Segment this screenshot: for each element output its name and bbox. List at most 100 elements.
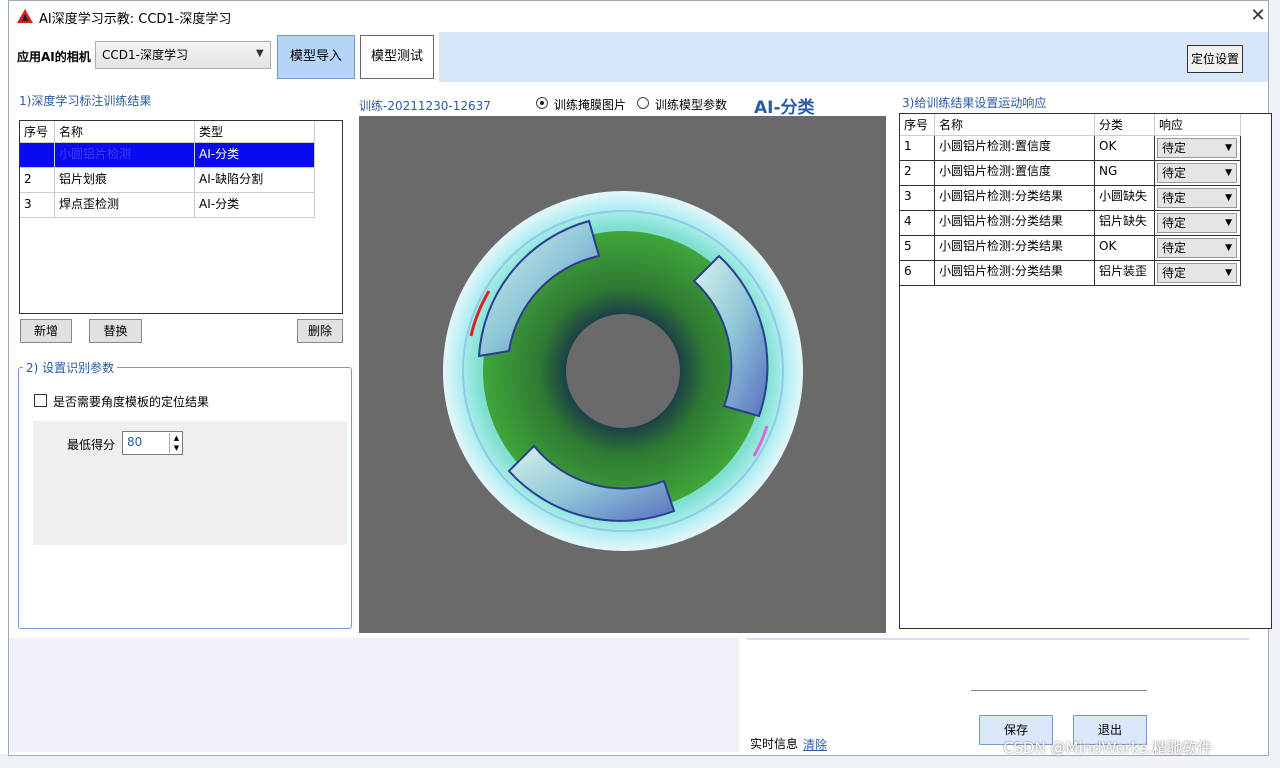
cell-type: AI-缺陷分割 (195, 168, 315, 193)
image-viewer[interactable] (359, 116, 886, 633)
close-icon[interactable]: ✕ (1247, 5, 1269, 27)
cell-response: 待定 ▼ (1155, 261, 1241, 286)
response-value: 待定 (1162, 266, 1187, 280)
cell-type: AI-分类 (195, 193, 315, 218)
cell-class: OK (1095, 136, 1155, 161)
radio-selected-dot (540, 101, 544, 105)
response-dropdown[interactable]: 待定 ▼ (1157, 213, 1237, 233)
response-dropdown[interactable]: 待定 ▼ (1157, 263, 1237, 283)
column-header-type: 类型 (195, 121, 315, 143)
training-id: 训练-20211230-12637 (359, 99, 491, 113)
camera-select[interactable]: CCD1-深度学习 ▼ (95, 41, 271, 69)
chevron-down-icon: ▼ (1225, 193, 1232, 203)
cell-no: 1 (900, 136, 935, 161)
response-value: 待定 (1162, 141, 1187, 155)
chevron-down-icon: ▼ (1225, 218, 1232, 228)
table-row[interactable]: 5 小圆铝片检测:分类结果 OK 待定 ▼ (900, 236, 1271, 261)
log-area (9, 638, 739, 752)
cell-response: 待定 ▼ (1155, 236, 1241, 261)
part-image (443, 191, 803, 551)
angle-template-label: 是否需要角度模板的定位结果 (53, 395, 210, 409)
column-header-response: 响应 (1155, 114, 1241, 136)
cell-no: 3 (900, 186, 935, 211)
tab-model-test[interactable]: 模型测试 (360, 35, 434, 79)
divider (747, 638, 1249, 640)
chevron-down-icon: ▼ (256, 48, 264, 59)
cell-response: 待定 ▼ (1155, 211, 1241, 236)
cell-name: 小圆铝片检测:分类结果 (935, 211, 1095, 236)
min-score-value: 80 (127, 435, 143, 449)
table-row[interactable]: 6 小圆铝片检测:分类结果 铝片装歪 待定 ▼ (900, 261, 1271, 286)
cell-class: 小圆缺失 (1095, 186, 1155, 211)
column-header-class: 分类 (1095, 114, 1155, 136)
chevron-down-icon: ▼ (1225, 143, 1232, 153)
locate-settings-button[interactable]: 定位设置 (1187, 45, 1243, 73)
watermark-text: CSDN @MindWorks.精驰软件 (1003, 739, 1213, 757)
realtime-info-label: 实时信息 (750, 737, 799, 751)
radio-train-params[interactable] (637, 97, 649, 109)
table-row[interactable]: 1 小圆铝片检测 AI-分类 (20, 143, 342, 168)
radio-train-mask-label[interactable]: 训练掩膜图片 (554, 96, 626, 113)
table-row[interactable]: 4 小圆铝片检测:分类结果 铝片缺失 待定 ▼ (900, 211, 1271, 236)
spin-buttons-icon[interactable]: ▲ ▼ (169, 433, 183, 453)
chevron-down-icon: ▼ (1225, 168, 1232, 178)
add-button[interactable]: 新增 (20, 319, 72, 343)
title-bar[interactable]: AI深度学习示教: CCD1-深度学习 ✕ (9, 1, 1268, 31)
cell-response: 待定 ▼ (1155, 186, 1241, 211)
cell-no: 2 (20, 168, 55, 193)
tab-model-import[interactable]: 模型导入 (277, 35, 355, 79)
cell-name: 小圆铝片检测:分类结果 (935, 261, 1095, 286)
cell-name: 小圆铝片检测:分类结果 (935, 186, 1095, 211)
column-header-name: 名称 (55, 121, 195, 143)
cell-class: NG (1095, 161, 1155, 186)
response-dropdown[interactable]: 待定 ▼ (1157, 188, 1237, 208)
replace-button[interactable]: 替换 (89, 319, 142, 343)
table-row[interactable]: 1 小圆铝片检测:置信度 OK 待定 ▼ (900, 136, 1271, 161)
section-recognition-params-title: 2) 设置识别参数 (23, 359, 118, 376)
dialog-window: AI深度学习示教: CCD1-深度学习 ✕ 应用AI的相机 CCD1-深度学习 … (8, 0, 1272, 756)
response-dropdown[interactable]: 待定 ▼ (1157, 163, 1237, 183)
camera-select-value: CCD1-深度学习 (102, 48, 188, 62)
app-logo-icon (17, 9, 33, 23)
cell-name: 焊点歪检测 (55, 193, 195, 218)
table-row[interactable]: 3 小圆铝片检测:分类结果 小圆缺失 待定 ▼ (900, 186, 1271, 211)
table-row[interactable]: 2 小圆铝片检测:置信度 NG 待定 ▼ (900, 161, 1271, 186)
response-value: 待定 (1162, 191, 1187, 205)
chevron-down-icon: ▼ (1225, 268, 1232, 278)
clear-link[interactable]: 清除 (803, 736, 827, 753)
response-value: 待定 (1162, 216, 1187, 230)
divider (971, 690, 1147, 691)
response-dropdown[interactable]: 待定 ▼ (1157, 238, 1237, 258)
cell-no: 4 (900, 211, 935, 236)
section-motion-response-title: 3)给训练结果设置运动响应 (902, 96, 1047, 110)
cell-no: 1 (20, 143, 55, 168)
radio-train-mask[interactable] (536, 97, 548, 109)
table-row[interactable]: 2 铝片划痕 AI-缺陷分割 (20, 168, 342, 193)
column-header-no: 序号 (900, 114, 935, 136)
window-title: AI深度学习示教: CCD1-深度学习 (39, 12, 232, 27)
background-app-left-edge (0, 0, 8, 768)
motion-response-table: 序号 名称 分类 响应 1 小圆铝片检测:置信度 OK 待定 ▼ 2 小圆铝片检测… (899, 113, 1272, 629)
cell-name: 小圆铝片检测:分类结果 (935, 236, 1095, 261)
cell-name: 铝片划痕 (55, 168, 195, 193)
cell-response: 待定 ▼ (1155, 161, 1241, 186)
table-row[interactable]: 3 焊点歪检测 AI-分类 (20, 193, 342, 218)
chevron-down-icon: ▼ (1225, 243, 1232, 253)
angle-template-checkbox[interactable] (34, 394, 47, 407)
delete-button[interactable]: 删除 (297, 319, 343, 343)
response-value: 待定 (1162, 166, 1187, 180)
cell-name: 小圆铝片检测 (55, 143, 195, 168)
response-value: 待定 (1162, 241, 1187, 255)
min-score-stepper[interactable]: 80 ▲ ▼ (122, 431, 183, 455)
cell-no: 5 (900, 236, 935, 261)
cell-name: 小圆铝片检测:置信度 (935, 161, 1095, 186)
radio-train-params-label[interactable]: 训练模型参数 (655, 96, 727, 113)
cell-class: OK (1095, 236, 1155, 261)
column-header-name: 名称 (935, 114, 1095, 136)
cell-type: AI-分类 (195, 143, 315, 168)
response-dropdown[interactable]: 待定 ▼ (1157, 138, 1237, 158)
column-header-no: 序号 (20, 121, 55, 143)
cell-class: 铝片装歪 (1095, 261, 1155, 286)
camera-label: 应用AI的相机 (17, 50, 91, 64)
cell-class: 铝片缺失 (1095, 211, 1155, 236)
